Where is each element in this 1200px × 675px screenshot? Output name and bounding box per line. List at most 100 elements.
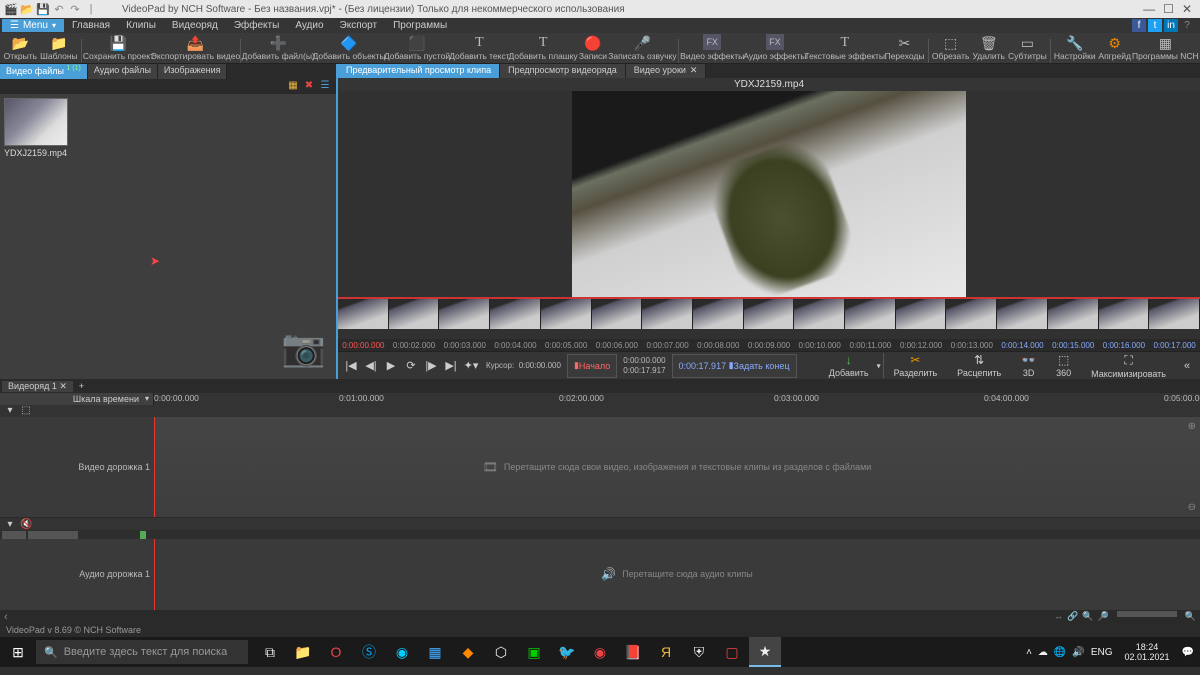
audio-track-body[interactable]: 🔊 Перетащите сюда аудио клипы [154,539,1200,610]
open-icon[interactable]: 📂 [20,2,34,16]
tab-tutorials[interactable]: Видео уроки✕ [626,64,707,78]
minimize-button[interactable]: — [1143,2,1155,16]
volume-icon[interactable]: 🔊 [1072,647,1084,658]
network-icon[interactable]: 🌐 [1054,647,1066,658]
filmstrip[interactable] [338,297,1200,339]
goto-start-button[interactable]: |◀ [342,357,360,375]
tray-chevron-icon[interactable]: ˄ [1026,647,1032,658]
timeline-ruler[interactable]: 0:00:00.0000:01:00.0000:02:00.0000:03:00… [154,393,1200,405]
app-icon-3[interactable]: ⬡ [485,637,517,667]
preview-viewport[interactable] [338,91,1200,297]
ribbon-record[interactable]: 🔴Записи [577,33,609,63]
close-icon[interactable]: ✕ [59,381,67,391]
menu-audio[interactable]: Аудио [287,19,331,32]
track-lock-icon[interactable]: ⬚ [20,405,32,416]
timeline-scale-label[interactable]: Шкала времени▾ [0,393,154,405]
transport-360[interactable]: ⬚360 [1046,353,1081,378]
step-fwd-button[interactable]: |▶ [422,357,440,375]
tab-images[interactable]: Изображения [158,64,228,79]
facebook-icon[interactable]: f [1132,19,1146,32]
maximize-button[interactable]: ☐ [1163,2,1174,16]
transport-максимизировать[interactable]: ⛶Максимизировать [1081,353,1176,379]
ribbon-upgrade[interactable]: ⚙Апгрейд [1097,33,1133,63]
ribbon-text-fx[interactable]: TТекстовые эффекты [806,33,883,63]
taskbar-search[interactable]: 🔍Введите здесь текст для поиска [36,640,248,664]
menu-clips[interactable]: Клипы [118,19,164,32]
tab-video-files[interactable]: Видео файлы 1 (1) [0,64,88,79]
ribbon-nch-suite[interactable]: ▦Программы NCH [1133,33,1198,63]
notifications-icon[interactable]: 💬 [1182,647,1194,658]
ribbon-transitions[interactable]: ✂Переходы [883,33,925,63]
filmstrip-thumb[interactable] [997,299,1048,329]
transport-3d[interactable]: 👓3D [1011,353,1046,378]
ribbon-add-objects[interactable]: 🔷Добавить объекты [314,33,385,63]
menu-effects[interactable]: Эффекты [226,19,287,32]
bin-view-icon[interactable]: ☰ [318,80,332,94]
ribbon-templates[interactable]: 📁Шаблоны [39,33,79,63]
bin-delete-icon[interactable]: ✖ [302,80,316,94]
app-icon-10[interactable]: ▢ [716,637,748,667]
snap-icon[interactable]: ↔ [1054,611,1063,622]
filmstrip-thumb[interactable] [541,299,592,329]
tab-clip-preview[interactable]: Предварительный просмотр клипа [338,64,500,78]
filmstrip-thumb[interactable] [642,299,693,329]
menu-programs[interactable]: Программы [385,19,455,32]
filmstrip-thumb[interactable] [896,299,947,329]
ribbon-save[interactable]: 💾Сохранить проект [84,33,153,63]
out-point-button[interactable]: 0:00:17.917 ▮Задать конец [672,354,797,378]
close-button[interactable]: ✕ [1182,2,1192,16]
add-sequence-button[interactable]: + [75,381,88,391]
app-icon-2[interactable]: ◆ [452,637,484,667]
opera-icon[interactable]: O [320,637,352,667]
tab-audio-files[interactable]: Аудио файлы [88,64,158,79]
zoom-icon[interactable]: 🔎 [1098,611,1109,622]
bin-add-icon[interactable]: ▦ [286,80,300,94]
transport-расцепить[interactable]: ⇅Расцепить [947,353,1011,378]
in-point-button[interactable]: ▮Начало [567,354,617,378]
app-icon-8[interactable]: Я [650,637,682,667]
task-view-icon[interactable]: ⧉ [254,637,286,667]
zoom-out-icon[interactable]: ⊖ [1188,502,1196,513]
filmstrip-thumb[interactable] [845,299,896,329]
twitter-icon[interactable]: t [1148,19,1162,32]
ribbon-add-title[interactable]: TДобавить плашку [509,33,576,63]
link-icon[interactable]: 🔗 [1067,611,1078,622]
menu-home[interactable]: Главная [64,19,118,32]
track-toggle-icon[interactable]: ▾ [4,405,16,416]
video-track-body[interactable]: 🎞 Перетащите сюда свои видео, изображени… [154,417,1200,517]
video-track-label[interactable]: Видео дорожка 1 [0,417,154,517]
onedrive-icon[interactable]: ☁ [1038,647,1048,658]
clip-bin-body[interactable]: YDXJ2159.mp4 ➤ 📷 [0,94,336,379]
filmstrip-thumb[interactable] [1048,299,1099,329]
ribbon-settings[interactable]: 🔧Настройки [1053,33,1097,63]
filmstrip-thumb[interactable] [592,299,643,329]
app-icon-7[interactable]: 📕 [617,637,649,667]
ribbon-export[interactable]: 📤Экспортировать видео [153,33,238,63]
ribbon-video-fx[interactable]: FXВидео эффекты [681,33,744,63]
videopad-task-icon[interactable]: ★ [749,637,781,667]
tab-sequence-preview[interactable]: Предпросмотр видеоряда [500,64,626,78]
filmstrip-thumb[interactable] [794,299,845,329]
linkedin-icon[interactable]: in [1164,19,1178,32]
skype-icon[interactable]: Ⓢ [353,637,385,667]
transport-разделить[interactable]: ✂Разделить [884,353,948,378]
system-tray[interactable]: ˄ ☁ 🌐 🔊 ENG 18:24 02.01.2021 💬 [1020,642,1200,662]
app-icon-1[interactable]: ◉ [386,637,418,667]
language-indicator[interactable]: ENG [1091,647,1113,658]
taskbar-clock[interactable]: 18:24 02.01.2021 [1119,642,1176,662]
ribbon-add-text[interactable]: TДобавить текст [449,33,509,63]
filmstrip-thumb[interactable] [946,299,997,329]
filmstrip-thumb[interactable] [744,299,795,329]
filmstrip-thumb[interactable] [1149,299,1200,329]
mute-icon[interactable]: 🔇 [20,519,32,530]
ribbon-open[interactable]: 📂Открыть [2,33,39,63]
sequence-tab[interactable]: Видеоряд 1 ✕ [2,381,73,392]
close-icon[interactable]: ✕ [690,65,698,75]
audio-track-label[interactable]: Аудио дорожка 1 [0,539,154,610]
ribbon-add-blank[interactable]: ⬛Добавить пустой [385,33,450,63]
help-icon[interactable]: ? [1180,19,1194,32]
menu-sequence[interactable]: Видеоряд [164,19,226,32]
menu-button[interactable]: ☰Menu▾ [2,19,64,32]
app-icon-9[interactable]: ⛨ [683,637,715,667]
expand-icon[interactable]: « [1178,357,1196,375]
